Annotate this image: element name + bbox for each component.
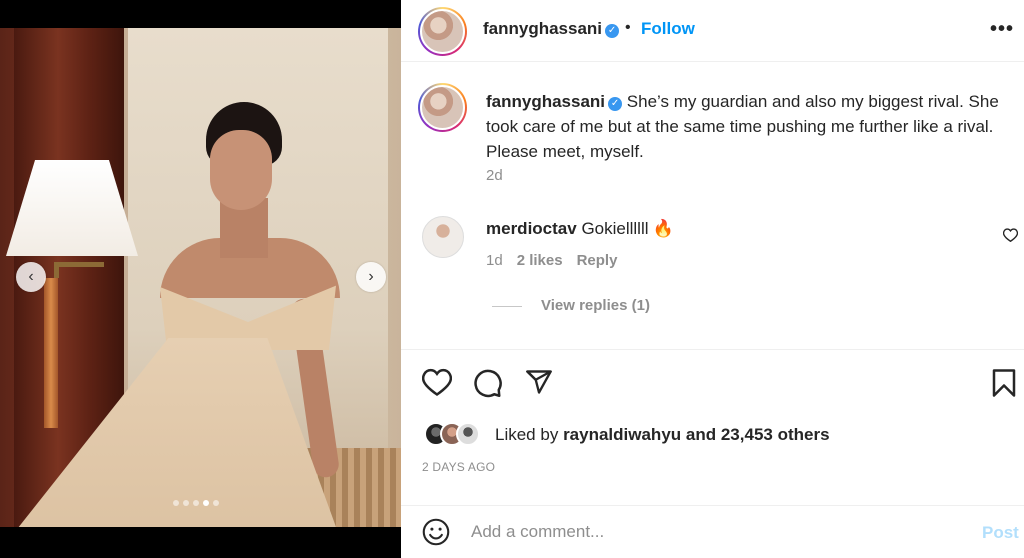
liked-by-avatars[interactable] xyxy=(424,422,480,446)
liker-avatar xyxy=(456,422,480,446)
comment-username[interactable]: merdioctav xyxy=(486,219,577,238)
carousel-next-button[interactable]: › xyxy=(356,262,386,292)
likes-user[interactable]: raynaldiwahyu xyxy=(563,425,681,444)
add-comment-bar: Post xyxy=(401,505,1024,558)
caption-avatar-image xyxy=(420,85,465,130)
comment-input[interactable] xyxy=(471,516,951,548)
post-comment-button[interactable]: Post xyxy=(982,523,1019,543)
smile-icon[interactable] xyxy=(422,518,450,546)
post-caption: fannyghassani ✓ She’s my guardian and als… xyxy=(486,89,1006,164)
heart-icon[interactable] xyxy=(422,368,452,396)
likes-others[interactable]: and 23,453 others xyxy=(686,425,830,444)
comment-meta: 1d 2 likes Reply xyxy=(486,252,617,269)
verified-icon: ✓ xyxy=(608,97,623,111)
caption-username[interactable]: fannyghassani xyxy=(486,92,605,111)
carousel-prev-button[interactable]: ‹ xyxy=(16,262,46,292)
fire-icon: 🔥 xyxy=(652,219,674,238)
comment-icon[interactable] xyxy=(473,368,503,398)
chevron-right-icon: › xyxy=(368,268,374,285)
instagram-post-modal: ‹ › fannyghassani ✓ • Follow ••• fannygha… xyxy=(0,0,1024,558)
post-side-panel: fannyghassani ✓ • Follow ••• fannyghassan… xyxy=(401,0,1024,558)
comment-like-icon[interactable] xyxy=(1003,228,1018,242)
post-media: ‹ › xyxy=(0,0,401,558)
commenter-avatar[interactable] xyxy=(422,216,464,258)
comment-time[interactable]: 1d xyxy=(486,252,503,269)
follow-button[interactable]: Follow xyxy=(641,19,695,39)
comment-likes[interactable]: 2 likes xyxy=(517,252,563,269)
header-separator: • xyxy=(625,19,631,36)
view-replies-button[interactable]: View replies (1) xyxy=(541,297,650,314)
person-dress-skirt xyxy=(10,338,340,527)
author-avatar[interactable] xyxy=(418,7,467,56)
chevron-left-icon: ‹ xyxy=(28,268,34,285)
verified-icon: ✓ xyxy=(605,24,620,38)
photo-person xyxy=(10,98,370,527)
carousel-dot xyxy=(213,500,219,506)
caption-avatar[interactable] xyxy=(418,83,467,132)
author-username[interactable]: fannyghassani xyxy=(483,19,602,38)
replies-divider xyxy=(492,306,522,307)
share-icon[interactable] xyxy=(524,368,554,396)
comment-reply-button[interactable]: Reply xyxy=(577,252,618,269)
comment-text: Gokiellllll xyxy=(581,219,649,238)
carousel-dot xyxy=(203,500,209,506)
author-avatar-image xyxy=(420,9,465,54)
post-header: fannyghassani ✓ • Follow ••• xyxy=(401,0,1024,62)
more-icon[interactable]: ••• xyxy=(990,18,1014,41)
post-actions: Liked by raynaldiwahyu and 23,453 others… xyxy=(401,349,1024,474)
person-face xyxy=(210,130,272,210)
carousel-dots xyxy=(173,500,219,506)
post-timestamp[interactable]: 2 DAYS AGO xyxy=(422,460,495,474)
likes-prefix: Liked by xyxy=(495,425,559,444)
carousel-dot xyxy=(183,500,189,506)
carousel-dot xyxy=(173,500,179,506)
likes-summary: Liked by raynaldiwahyu and 23,453 others xyxy=(495,425,830,445)
carousel-dot xyxy=(193,500,199,506)
comment: merdioctav Gokiellllll 🔥 xyxy=(486,219,674,239)
caption-timestamp[interactable]: 2d xyxy=(486,167,503,184)
post-photo[interactable] xyxy=(0,28,401,527)
bookmark-icon[interactable] xyxy=(991,368,1017,398)
author-username-row[interactable]: fannyghassani ✓ xyxy=(483,19,620,39)
